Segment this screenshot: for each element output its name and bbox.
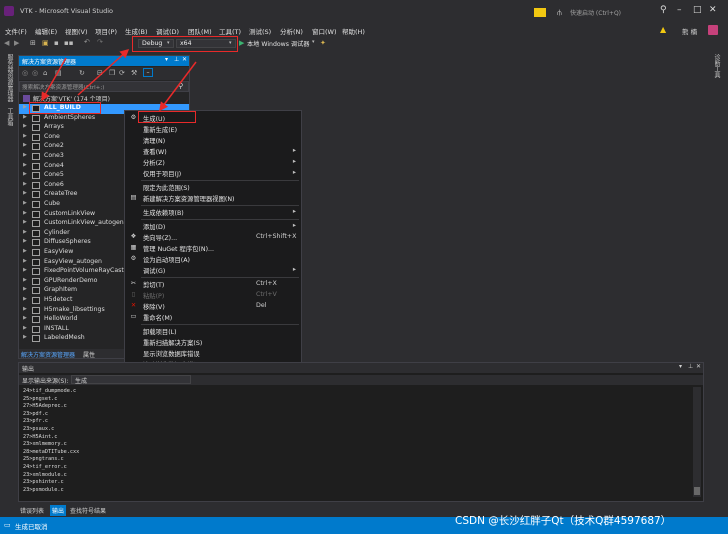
status-text: 生成已取消 [15,523,48,531]
output-source-value: 生成 [75,378,88,385]
tab-find-symbol[interactable]: 查找符号结果 [70,506,106,515]
output-line: 23>pshinter.c [23,479,64,486]
output-line: 23>pdf.c [23,410,48,417]
output-line: 28>metaDTITube.cxx [23,448,80,455]
build-status-icon: ▭ [4,521,11,529]
output-line: 25>pngset.c [23,395,58,402]
output-panel: 输出 ▾ ⊥ ✕ 显示输出来源(S): 生成 24>tif_dumpmode.c… [18,362,704,502]
chevron-down-icon[interactable]: ▾ [679,363,682,370]
output-title: 输出 [22,366,35,373]
output-source-label: 显示输出来源(S): [22,378,69,385]
output-line: 23>psmodule.c [23,486,64,493]
output-line: 23>psaux.c [23,425,55,432]
arrow-to-build [159,61,197,112]
arrow-to-all-build [41,57,67,102]
tab-output[interactable]: 输出 [50,505,67,516]
tab-error-list[interactable]: 错误列表 [20,506,44,515]
output-line: 24>tif_dumpmode.c [23,388,77,394]
output-line: 24>tif_error.c [23,463,67,470]
output-line: 23>pfr.c [23,418,48,425]
close-icon[interactable]: ✕ [696,363,701,370]
output-text: 24>tif_dumpmode.c 25>pngset.c 27>H5Adeprec… [23,388,683,494]
output-source-select[interactable]: 生成 [71,375,191,385]
output-line: 27>H5Adeprec.c [23,403,67,410]
watermark: CSDN @长沙红胖子Qt（技术Q群4597687） [455,515,672,527]
output-source-bar: 显示输出来源(S): 生成 [19,375,703,385]
output-scrollbar[interactable] [693,387,701,497]
output-title-bar: 输出 ▾ ⊥ ✕ [19,363,703,373]
pin-icon[interactable]: ⊥ [688,363,693,370]
scrollbar-thumb[interactable] [694,487,700,495]
output-line: 23>xmlmodule.c [23,471,67,478]
arrow-to-config [77,48,130,96]
output-line: 23>xmlmemory.c [23,441,67,448]
output-line: 25>pngtrans.c [23,456,64,463]
output-line: 27>H5Aint.c [23,433,58,440]
